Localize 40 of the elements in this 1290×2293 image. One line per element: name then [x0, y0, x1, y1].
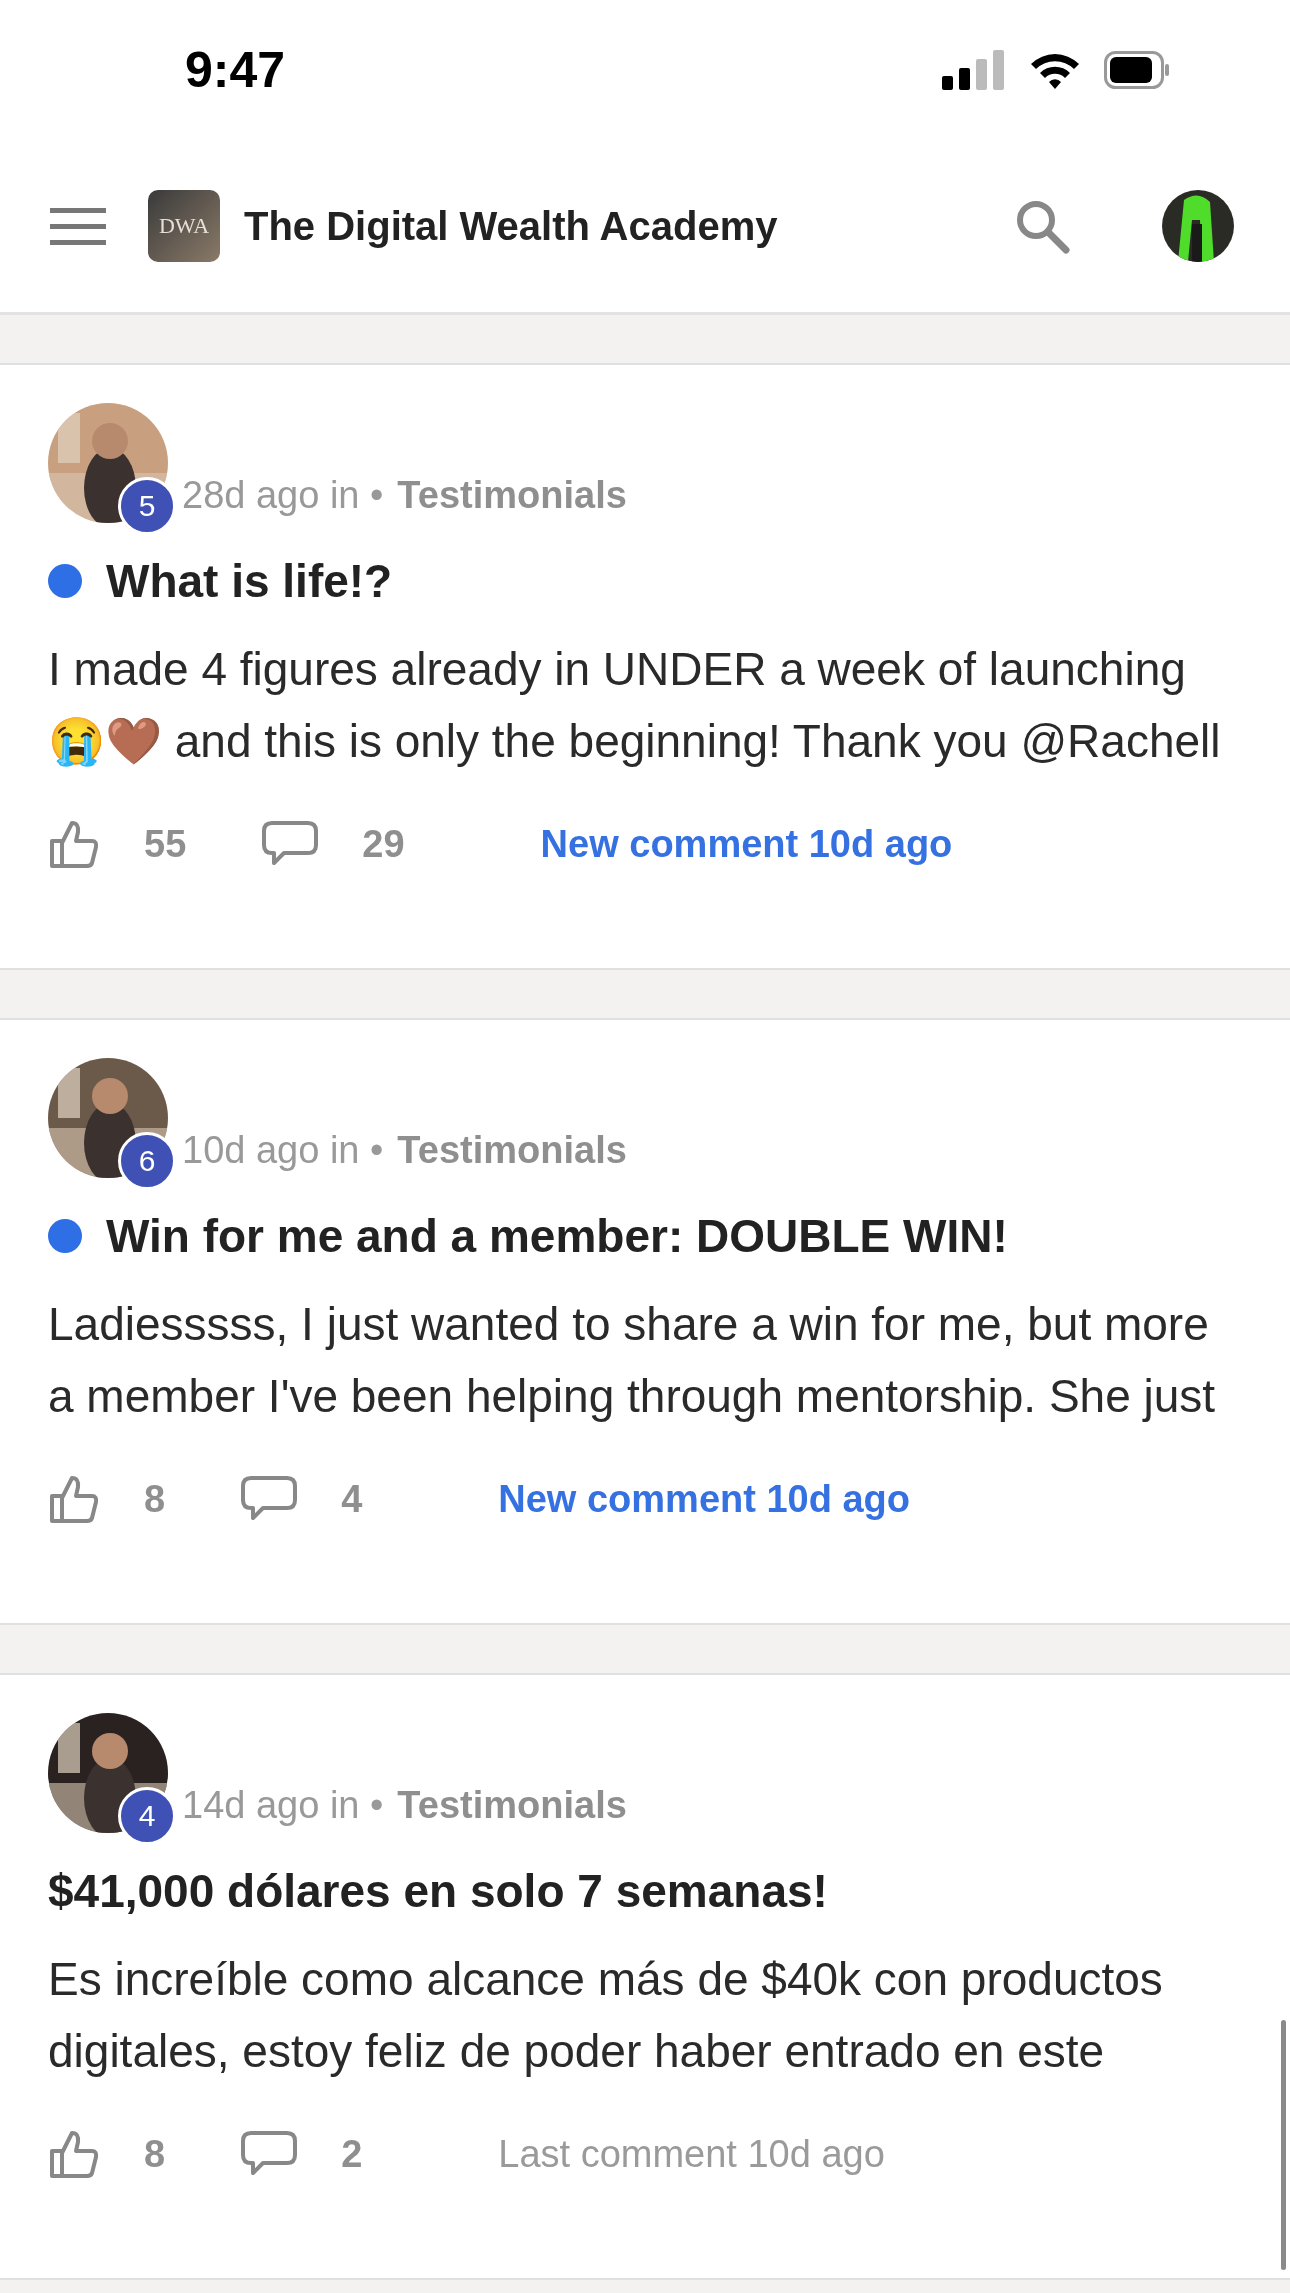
category-link[interactable]: Testimonials [397, 1784, 627, 1827]
status-time: 9:47 [185, 41, 286, 99]
comment-count: 2 [341, 2132, 363, 2176]
app-title: The Digital Wealth Academy [244, 203, 779, 249]
post-card[interactable]: 4 14d ago in • Testimonials $41,000 dólares en solo 7 semanas! Es increíble como alcance más de $40k con productos digitales, estoy feliz de poder haber entrado en este 8 2 Last comment 10d ago [0, 1675, 1290, 2280]
post-excerpt: I made 4 figures already in UNDER a week of launching 😭🤎 and this is only the beginning! Thank you @Rachell [48, 642, 1222, 769]
comment-count: 29 [362, 822, 405, 866]
thumbs-up-icon[interactable] [48, 819, 100, 869]
comment-activity-link[interactable]: New comment 10d ago [540, 822, 953, 866]
signal-icon [942, 50, 1006, 90]
thumbs-up-icon[interactable] [48, 1474, 100, 1524]
comment-icon[interactable] [262, 820, 319, 868]
level-badge: 6 [118, 1132, 176, 1190]
comment-icon[interactable] [241, 2130, 298, 2178]
menu-icon[interactable] [50, 206, 106, 246]
category-link[interactable]: Testimonials [397, 474, 627, 517]
category-link[interactable]: Testimonials [397, 1129, 627, 1172]
post-time: 14d ago in • [182, 1784, 384, 1827]
academy-logo: DWA [148, 190, 220, 262]
comment-activity-link[interactable]: Last comment 10d ago [498, 2132, 885, 2176]
post-excerpt: Ladiesssss, I just wanted to share a win for me, but more a member I've been helping through mentorship. She just [48, 1297, 1217, 1424]
comment-icon[interactable] [241, 1475, 298, 1523]
post-time: 28d ago in • [182, 474, 384, 517]
thumbs-up-icon[interactable] [48, 2129, 100, 2179]
level-badge: 4 [118, 1787, 176, 1845]
post-excerpt: Es increíble como alcance más de $40k con productos digitales, estoy feliz de poder haber entrado en este [48, 1952, 1164, 2079]
like-count: 8 [144, 1477, 166, 1521]
like-count: 8 [144, 2132, 166, 2176]
battery-icon [1104, 51, 1170, 89]
comment-activity-link[interactable]: New comment 10d ago [498, 1477, 911, 1521]
post-title[interactable]: Win for me and a member: DOUBLE WIN! [106, 1209, 1008, 1263]
comment-count: 4 [341, 1477, 363, 1521]
post-card[interactable] [0, 1020, 1290, 1625]
search-icon[interactable] [1014, 198, 1070, 254]
post-time: 10d ago in • [182, 1129, 384, 1172]
level-badge: 5 [118, 477, 176, 535]
post-title[interactable]: What is life!? [106, 554, 393, 608]
post-card[interactable]: 5 28d ago in • Testimonials What is life!? I made 4 figures already in UNDER a week of launching 😭🤎 and this is only the beginning! Thank you @Rachell 55 29 New comment 10d ago [0, 365, 1290, 970]
like-count: 55 [144, 822, 187, 866]
post-title[interactable]: $41,000 dólares en solo 7 semanas! [48, 1864, 828, 1918]
